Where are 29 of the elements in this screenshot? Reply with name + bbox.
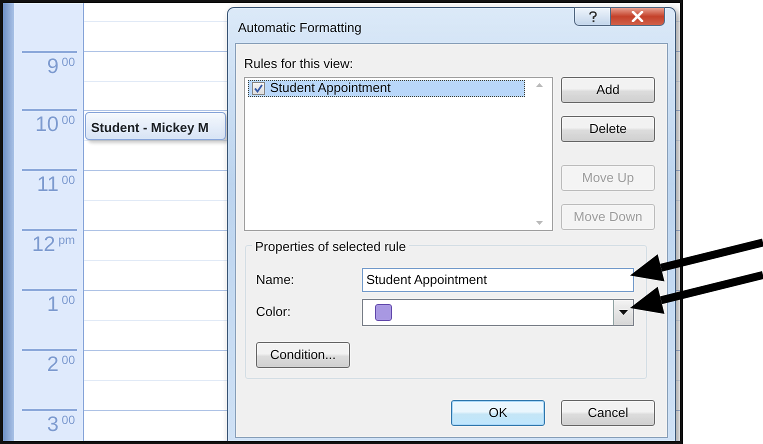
help-icon (588, 10, 598, 22)
caret-icon (619, 310, 628, 314)
condition-button[interactable]: Condition... (256, 342, 350, 368)
name-field[interactable]: Student Appointment (362, 268, 634, 292)
rules-list[interactable]: Student Appointment (244, 76, 553, 230)
hour-label: 3$^{00}$ (46, 414, 75, 435)
close-icon (631, 11, 644, 22)
hour-label: 10$^{00}$ (35, 114, 75, 135)
delete-button[interactable]: Delete (561, 116, 655, 142)
field-label: Name: (256, 270, 296, 289)
cancel-button[interactable]: Cancel (561, 400, 655, 426)
dropdown-button[interactable] (613, 300, 633, 324)
list-label: Rules for this view: (244, 55, 354, 73)
appointment[interactable]: Student - Mickey M (85, 112, 226, 140)
checkbox[interactable] (252, 82, 265, 94)
color-dropdown[interactable] (362, 298, 634, 326)
close-button[interactable] (611, 7, 665, 26)
hour-label: 1$^{00}$ (46, 294, 75, 315)
window-title: Automatic Formatting (238, 18, 362, 37)
field-label: Color: (256, 303, 292, 322)
help-button[interactable] (574, 7, 611, 26)
list-item[interactable]: Student Appointment (248, 80, 525, 96)
hour-label: 12$^{pm}$ (32, 234, 75, 255)
hour-label: 2$^{00}$ (46, 354, 75, 375)
ok-button[interactable]: OK (451, 400, 545, 426)
rule-name: Student Appointment (270, 79, 391, 98)
hour-label: 11$^{00}$ (36, 174, 75, 195)
hour-label: 9$^{00}$ (46, 56, 75, 77)
add-button[interactable]: Add (561, 76, 655, 102)
